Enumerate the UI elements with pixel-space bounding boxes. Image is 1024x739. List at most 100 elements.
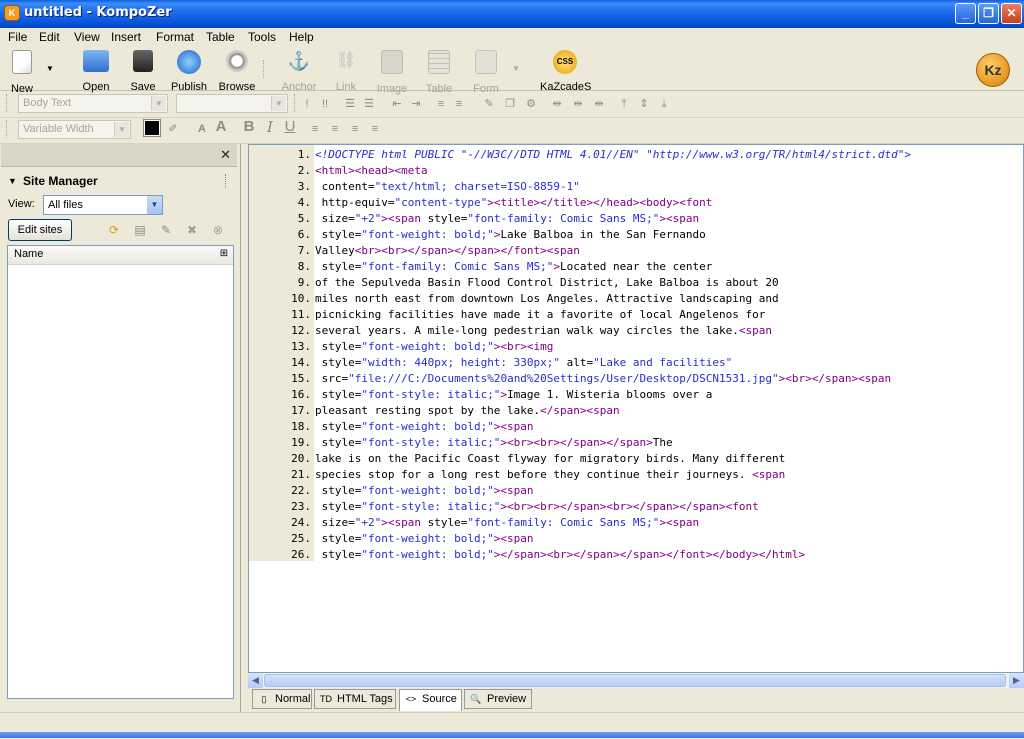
menu-file[interactable]: File <box>8 30 27 44</box>
link-button[interactable]: ⛓ Link <box>324 48 368 93</box>
align-right-icon[interactable]: ≡ <box>348 122 362 136</box>
source-line[interactable]: 2. <html><head><meta <box>249 163 1023 179</box>
maximize-button[interactable]: ❐ <box>978 3 999 24</box>
smaller-font-icon[interactable]: A <box>195 122 209 136</box>
source-editor[interactable]: 1. <!DOCTYPE html PUBLIC "-//W3C//DTD HTM… <box>248 144 1024 673</box>
very-important-icon[interactable]: !! <box>318 97 332 111</box>
source-line[interactable]: 21. species stop for a long rest before t… <box>249 467 1023 483</box>
scroll-left-icon[interactable]: ◀ <box>248 673 263 688</box>
panel-grip[interactable] <box>225 174 229 188</box>
tab-html-tags[interactable]: TD HTML Tags <box>314 689 396 709</box>
align-top-icon[interactable]: ≡ <box>434 97 448 111</box>
new-button[interactable]: New <box>0 48 44 95</box>
edit-sites-button[interactable]: Edit sites <box>8 219 72 241</box>
source-line[interactable]: 3. content="text/html; charset=ISO-8859-… <box>249 179 1023 195</box>
source-line[interactable]: 22. style="font-weight: bold;"><span <box>249 483 1023 499</box>
grow-icon[interactable]: ⇹ <box>571 97 585 111</box>
numbered-list-icon[interactable]: ☰ <box>343 97 357 111</box>
tree-column-header[interactable]: Name ⊞ <box>8 246 233 265</box>
source-line[interactable]: 1. <!DOCTYPE html PUBLIC "-//W3C//DTD HTM… <box>249 147 1023 163</box>
justify-icon[interactable]: ≡ <box>368 122 382 136</box>
browse-button[interactable]: Browse <box>215 48 259 93</box>
anchor-button[interactable]: ⚓ Anchor <box>277 48 321 93</box>
scroll-right-icon[interactable]: ▶ <box>1009 673 1024 688</box>
site-file-tree[interactable]: Name ⊞ <box>7 245 234 699</box>
collapse-triangle-icon[interactable]: ▼ <box>8 176 17 186</box>
source-line[interactable]: 13. style="font-weight: bold;"><br><img <box>249 339 1023 355</box>
tab-preview[interactable]: 🔍 Preview <box>464 689 532 709</box>
publish-button[interactable]: Publish <box>167 48 211 93</box>
refresh-folder-icon[interactable]: ⟳ <box>106 222 122 238</box>
source-line[interactable]: 23. style="font-style: italic;"><br><br>… <box>249 499 1023 515</box>
layer-absolute-icon[interactable]: ✎ <box>482 97 496 111</box>
expand-icon[interactable]: ⇹ <box>592 97 606 111</box>
rename-icon[interactable]: ✎ <box>158 222 174 238</box>
align-bottom-icon[interactable]: ≡ <box>452 97 466 111</box>
menu-edit[interactable]: Edit <box>39 30 60 44</box>
tab-normal[interactable]: ▯ Normal <box>252 689 312 709</box>
open-button[interactable]: Open <box>74 48 118 93</box>
source-line[interactable]: 11. picnicking facilities have made it a … <box>249 307 1023 323</box>
italic-icon[interactable]: I <box>263 120 277 135</box>
form-button[interactable]: Form <box>464 48 508 95</box>
kompozer-app-icon[interactable]: K <box>4 5 20 21</box>
source-line[interactable]: 9. of the Sepulveda Basin Flood Control D… <box>249 275 1023 291</box>
underline-icon[interactable]: U <box>283 119 297 134</box>
source-line[interactable]: 14. style="width: 440px; height: 330px;"… <box>249 355 1023 371</box>
table-button[interactable]: Table <box>417 48 461 95</box>
move-top-icon[interactable]: ⤒ <box>617 97 631 111</box>
bold-icon[interactable]: B <box>242 119 256 134</box>
menu-table[interactable]: Table <box>206 30 235 44</box>
minimize-button[interactable]: _ <box>955 3 976 24</box>
view-filter-select[interactable]: All files ▼ <box>43 195 163 215</box>
highlight-eraser-icon[interactable]: ✐ <box>166 122 180 136</box>
column-picker-icon[interactable]: ⊞ <box>217 247 231 261</box>
source-line[interactable]: 16. style="font-style: italic;">Image 1.… <box>249 387 1023 403</box>
menu-format[interactable]: Format <box>156 30 194 44</box>
close-icon[interactable]: ✕ <box>220 147 231 163</box>
close-button[interactable]: ✕ <box>1001 3 1022 24</box>
scrollbar-thumb[interactable] <box>264 674 1006 687</box>
form-dropdown-arrow[interactable]: ▼ <box>512 64 520 73</box>
text-color-swatch[interactable] <box>143 119 161 137</box>
indent-icon[interactable]: ⇥ <box>409 97 423 111</box>
source-line[interactable]: 17. pleasant resting spot by the lake.</s… <box>249 403 1023 419</box>
font-face-select[interactable]: ▼ <box>176 94 288 113</box>
layer-up-icon[interactable]: ❐ <box>503 97 517 111</box>
source-line[interactable]: 12. several years. A mile-long pedestrian… <box>249 323 1023 339</box>
paragraph-style-select[interactable]: Body Text ▼ <box>18 94 168 113</box>
source-line[interactable]: 8. style="font-family: Comic Sans MS;">L… <box>249 259 1023 275</box>
menu-insert[interactable]: Insert <box>111 30 141 44</box>
larger-font-icon[interactable]: A <box>214 119 228 134</box>
source-line[interactable]: 4. http-equiv="content-type"><title></ti… <box>249 195 1023 211</box>
source-line[interactable]: 25. style="font-weight: bold;"><span <box>249 531 1023 547</box>
source-line[interactable]: 10. miles north east from downtown Los An… <box>249 291 1023 307</box>
shrink-icon[interactable]: ⇹ <box>550 97 564 111</box>
new-dropdown-arrow[interactable]: ▼ <box>46 64 54 73</box>
important-icon[interactable]: ! <box>300 97 314 111</box>
horizontal-scrollbar[interactable]: ◀ ▶ <box>248 673 1024 688</box>
menu-view[interactable]: View <box>74 30 100 44</box>
move-bottom-icon[interactable]: ⤓ <box>657 97 671 111</box>
align-center-icon[interactable]: ≡ <box>328 122 342 136</box>
align-left-icon[interactable]: ≡ <box>308 122 322 136</box>
save-button[interactable]: Save <box>121 48 165 93</box>
move-middle-icon[interactable]: ⇕ <box>637 97 651 111</box>
tab-source[interactable]: <> Source <box>399 689 462 711</box>
stop-icon[interactable]: ⊗ <box>210 222 226 238</box>
source-line[interactable]: 19. style="font-style: italic;"><br><br>… <box>249 435 1023 451</box>
font-width-select[interactable]: Variable Width ▼ <box>18 120 131 139</box>
kazcades-button[interactable]: CSS KaZcadeS <box>540 48 591 93</box>
layer-down-icon[interactable]: ⚙ <box>524 97 538 111</box>
source-line[interactable]: 20. lake is on the Pacific Coast flyway f… <box>249 451 1023 467</box>
source-line[interactable]: 7. Valley<br><br></span></span></font><sp… <box>249 243 1023 259</box>
bullet-list-icon[interactable]: ☰ <box>362 97 376 111</box>
delete-icon[interactable]: ✖ <box>184 222 200 238</box>
menu-tools[interactable]: Tools <box>248 30 276 44</box>
menu-help[interactable]: Help <box>289 30 314 44</box>
source-line[interactable]: 26. style="font-weight: bold;"></span><b… <box>249 547 1023 563</box>
source-line[interactable]: 18. style="font-weight: bold;"><span <box>249 419 1023 435</box>
new-folder-icon[interactable]: ▤ <box>132 222 148 238</box>
outdent-icon[interactable]: ⇤ <box>390 97 404 111</box>
source-line[interactable]: 5. size="+2"><span style="font-family: C… <box>249 211 1023 227</box>
